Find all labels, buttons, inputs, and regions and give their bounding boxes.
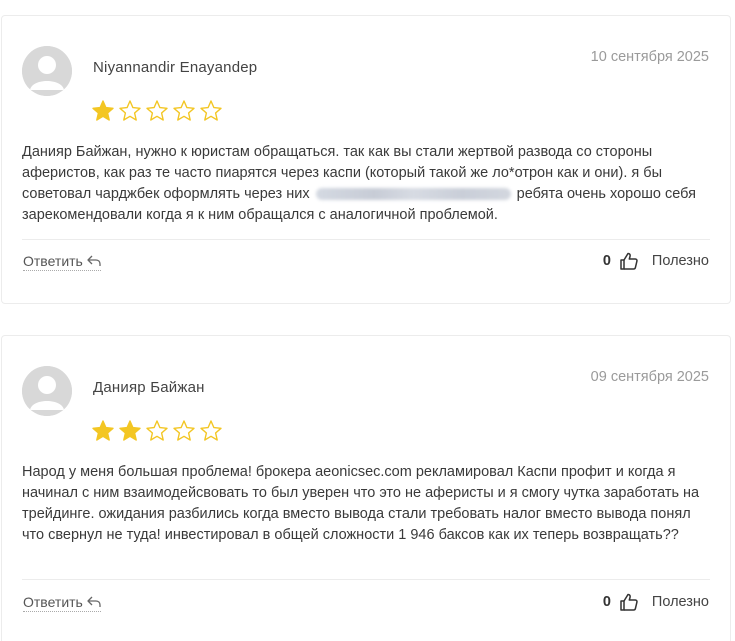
- reply-label: Ответить: [23, 594, 83, 610]
- divider: [22, 239, 710, 240]
- star-empty-icon: [173, 100, 195, 121]
- rating-stars: [91, 99, 223, 123]
- redacted-link: [315, 188, 511, 201]
- review-text: Данияр Байжан, нужно к юристам обращатьс…: [22, 142, 712, 226]
- review-date: 09 сентября 2025: [590, 369, 709, 385]
- reply-button[interactable]: Ответить: [23, 253, 101, 271]
- helpful-count: 0: [602, 253, 611, 269]
- review-date: 10 сентября 2025: [590, 49, 709, 65]
- review-author: Данияр Байжан: [93, 379, 205, 396]
- helpful-widget: 0 Полезно: [603, 593, 709, 611]
- helpful-count: 0: [602, 594, 611, 610]
- review-card: Niyannandir Enayandep 10 сентября 2025 Д…: [1, 15, 731, 304]
- star-filled-icon: [92, 100, 114, 121]
- rating-stars: [91, 419, 223, 443]
- star-filled-icon: [119, 420, 141, 441]
- star-empty-icon: [119, 100, 141, 121]
- reply-arrow-icon: [87, 596, 101, 607]
- helpful-widget: 0 Полезно: [603, 252, 709, 270]
- star-empty-icon: [200, 420, 222, 441]
- user-avatar-icon: [22, 46, 72, 96]
- divider: [22, 579, 710, 580]
- helpful-label: Полезно: [651, 594, 709, 610]
- review-card: Данияр Байжан 09 сентября 2025 Народ у м…: [1, 335, 731, 641]
- helpful-label: Полезно: [651, 253, 709, 269]
- avatar: [22, 46, 72, 96]
- avatar: [22, 366, 72, 416]
- star-empty-icon: [146, 420, 168, 441]
- reply-button[interactable]: Ответить: [23, 594, 101, 612]
- star-empty-icon: [173, 420, 195, 441]
- star-empty-icon: [146, 100, 168, 121]
- star-filled-icon: [92, 420, 114, 441]
- reply-label: Ответить: [23, 253, 83, 269]
- reply-arrow-icon: [87, 255, 101, 266]
- thumbs-up-icon[interactable]: [620, 593, 638, 611]
- review-text: Народ у меня большая проблема! брокера a…: [22, 464, 700, 543]
- review-author: Niyannandir Enayandep: [93, 59, 258, 76]
- user-avatar-icon: [22, 366, 72, 416]
- star-empty-icon: [200, 100, 222, 121]
- thumbs-up-icon[interactable]: [620, 252, 638, 270]
